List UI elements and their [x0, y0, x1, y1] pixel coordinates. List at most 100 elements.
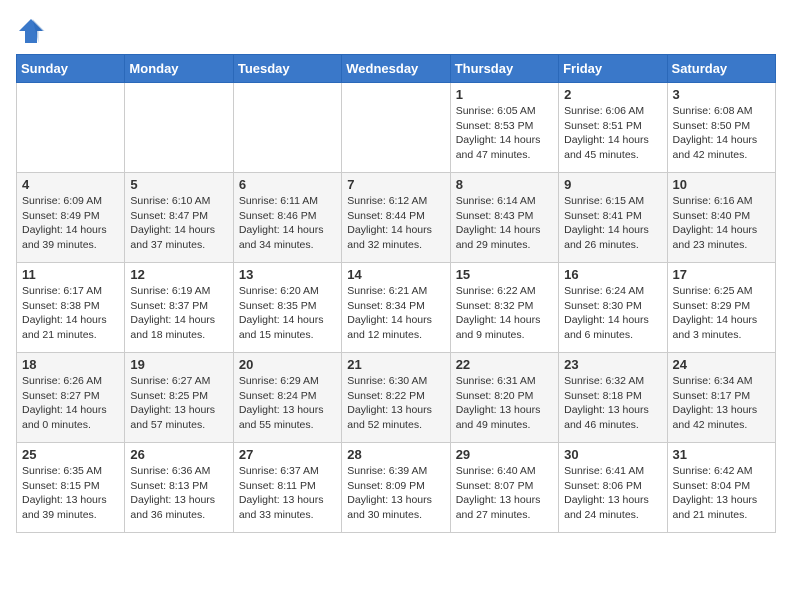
calendar-cell: 6 Sunrise: 6:11 AM Sunset: 8:46 PM Daylig…	[233, 173, 341, 263]
calendar-cell: 30 Sunrise: 6:41 AM Sunset: 8:06 PM Dayli…	[559, 443, 667, 533]
calendar: SundayMondayTuesdayWednesdayThursdayFrid…	[16, 54, 776, 533]
calendar-cell: 18 Sunrise: 6:26 AM Sunset: 8:27 PM Dayli…	[17, 353, 125, 443]
day-number: 30	[564, 447, 661, 462]
calendar-cell: 23 Sunrise: 6:32 AM Sunset: 8:18 PM Dayli…	[559, 353, 667, 443]
day-number: 7	[347, 177, 444, 192]
day-detail: Sunrise: 6:35 AM Sunset: 8:15 PM Dayligh…	[22, 464, 119, 523]
day-detail: Sunrise: 6:19 AM Sunset: 8:37 PM Dayligh…	[130, 284, 227, 343]
day-number: 2	[564, 87, 661, 102]
day-detail: Sunrise: 6:37 AM Sunset: 8:11 PM Dayligh…	[239, 464, 336, 523]
calendar-cell	[233, 83, 341, 173]
calendar-cell: 17 Sunrise: 6:25 AM Sunset: 8:29 PM Dayli…	[667, 263, 775, 353]
calendar-cell: 8 Sunrise: 6:14 AM Sunset: 8:43 PM Daylig…	[450, 173, 558, 263]
calendar-cell: 10 Sunrise: 6:16 AM Sunset: 8:40 PM Dayli…	[667, 173, 775, 263]
day-detail: Sunrise: 6:06 AM Sunset: 8:51 PM Dayligh…	[564, 104, 661, 163]
day-number: 24	[673, 357, 770, 372]
day-detail: Sunrise: 6:25 AM Sunset: 8:29 PM Dayligh…	[673, 284, 770, 343]
day-number: 27	[239, 447, 336, 462]
day-detail: Sunrise: 6:09 AM Sunset: 8:49 PM Dayligh…	[22, 194, 119, 253]
calendar-cell: 25 Sunrise: 6:35 AM Sunset: 8:15 PM Dayli…	[17, 443, 125, 533]
day-number: 6	[239, 177, 336, 192]
calendar-cell: 7 Sunrise: 6:12 AM Sunset: 8:44 PM Daylig…	[342, 173, 450, 263]
weekday-header: Friday	[559, 55, 667, 83]
day-detail: Sunrise: 6:24 AM Sunset: 8:30 PM Dayligh…	[564, 284, 661, 343]
calendar-cell: 19 Sunrise: 6:27 AM Sunset: 8:25 PM Dayli…	[125, 353, 233, 443]
weekday-header: Saturday	[667, 55, 775, 83]
day-detail: Sunrise: 6:21 AM Sunset: 8:34 PM Dayligh…	[347, 284, 444, 343]
day-detail: Sunrise: 6:10 AM Sunset: 8:47 PM Dayligh…	[130, 194, 227, 253]
day-detail: Sunrise: 6:40 AM Sunset: 8:07 PM Dayligh…	[456, 464, 553, 523]
day-number: 17	[673, 267, 770, 282]
day-number: 15	[456, 267, 553, 282]
calendar-week-row: 18 Sunrise: 6:26 AM Sunset: 8:27 PM Dayli…	[17, 353, 776, 443]
calendar-header-row: SundayMondayTuesdayWednesdayThursdayFrid…	[17, 55, 776, 83]
day-detail: Sunrise: 6:34 AM Sunset: 8:17 PM Dayligh…	[673, 374, 770, 433]
day-number: 28	[347, 447, 444, 462]
logo	[16, 16, 50, 46]
day-number: 14	[347, 267, 444, 282]
calendar-week-row: 25 Sunrise: 6:35 AM Sunset: 8:15 PM Dayli…	[17, 443, 776, 533]
day-detail: Sunrise: 6:16 AM Sunset: 8:40 PM Dayligh…	[673, 194, 770, 253]
day-number: 9	[564, 177, 661, 192]
day-number: 26	[130, 447, 227, 462]
day-detail: Sunrise: 6:32 AM Sunset: 8:18 PM Dayligh…	[564, 374, 661, 433]
weekday-header: Tuesday	[233, 55, 341, 83]
calendar-cell: 20Sunrise: 6:29 AM Sunset: 8:24 PM Dayli…	[233, 353, 341, 443]
header	[16, 16, 776, 46]
day-detail: Sunrise: 6:05 AM Sunset: 8:53 PM Dayligh…	[456, 104, 553, 163]
day-detail: Sunrise: 6:27 AM Sunset: 8:25 PM Dayligh…	[130, 374, 227, 433]
day-number: 10	[673, 177, 770, 192]
day-number: 13	[239, 267, 336, 282]
calendar-cell: 9 Sunrise: 6:15 AM Sunset: 8:41 PM Daylig…	[559, 173, 667, 263]
day-detail: Sunrise: 6:22 AM Sunset: 8:32 PM Dayligh…	[456, 284, 553, 343]
day-number: 25	[22, 447, 119, 462]
day-detail: Sunrise: 6:17 AM Sunset: 8:38 PM Dayligh…	[22, 284, 119, 343]
calendar-cell: 1Sunrise: 6:05 AM Sunset: 8:53 PM Daylig…	[450, 83, 558, 173]
day-number: 22	[456, 357, 553, 372]
day-number: 23	[564, 357, 661, 372]
weekday-header: Wednesday	[342, 55, 450, 83]
calendar-week-row: 1Sunrise: 6:05 AM Sunset: 8:53 PM Daylig…	[17, 83, 776, 173]
calendar-cell: 26 Sunrise: 6:36 AM Sunset: 8:13 PM Dayli…	[125, 443, 233, 533]
calendar-cell: 15 Sunrise: 6:22 AM Sunset: 8:32 PM Dayli…	[450, 263, 558, 353]
day-number: 21	[347, 357, 444, 372]
calendar-cell: 11 Sunrise: 6:17 AM Sunset: 8:38 PM Dayli…	[17, 263, 125, 353]
day-number: 31	[673, 447, 770, 462]
day-number: 19	[130, 357, 227, 372]
calendar-cell: 28 Sunrise: 6:39 AM Sunset: 8:09 PM Dayli…	[342, 443, 450, 533]
day-number: 3	[673, 87, 770, 102]
day-detail: Sunrise: 6:30 AM Sunset: 8:22 PM Dayligh…	[347, 374, 444, 433]
calendar-cell: 21 Sunrise: 6:30 AM Sunset: 8:22 PM Dayli…	[342, 353, 450, 443]
day-number: 16	[564, 267, 661, 282]
calendar-cell: 5Sunrise: 6:10 AM Sunset: 8:47 PM Daylig…	[125, 173, 233, 263]
calendar-cell	[342, 83, 450, 173]
day-number: 8	[456, 177, 553, 192]
day-number: 4	[22, 177, 119, 192]
calendar-week-row: 4 Sunrise: 6:09 AM Sunset: 8:49 PM Daylig…	[17, 173, 776, 263]
day-detail: Sunrise: 6:41 AM Sunset: 8:06 PM Dayligh…	[564, 464, 661, 523]
day-number: 29	[456, 447, 553, 462]
day-detail: Sunrise: 6:11 AM Sunset: 8:46 PM Dayligh…	[239, 194, 336, 253]
calendar-cell: 27 Sunrise: 6:37 AM Sunset: 8:11 PM Dayli…	[233, 443, 341, 533]
calendar-cell: 12 Sunrise: 6:19 AM Sunset: 8:37 PM Dayli…	[125, 263, 233, 353]
calendar-cell: 16 Sunrise: 6:24 AM Sunset: 8:30 PM Dayli…	[559, 263, 667, 353]
day-detail: Sunrise: 6:26 AM Sunset: 8:27 PM Dayligh…	[22, 374, 119, 433]
day-number: 18	[22, 357, 119, 372]
day-detail: Sunrise: 6:39 AM Sunset: 8:09 PM Dayligh…	[347, 464, 444, 523]
day-detail: Sunrise: 6:20 AM Sunset: 8:35 PM Dayligh…	[239, 284, 336, 343]
calendar-cell	[17, 83, 125, 173]
day-detail: Sunrise: 6:15 AM Sunset: 8:41 PM Dayligh…	[564, 194, 661, 253]
day-detail: Sunrise: 6:08 AM Sunset: 8:50 PM Dayligh…	[673, 104, 770, 163]
weekday-header: Monday	[125, 55, 233, 83]
logo-icon	[16, 16, 46, 46]
calendar-cell: 13 Sunrise: 6:20 AM Sunset: 8:35 PM Dayli…	[233, 263, 341, 353]
day-number: 12	[130, 267, 227, 282]
day-detail: Sunrise: 6:31 AM Sunset: 8:20 PM Dayligh…	[456, 374, 553, 433]
calendar-cell: 3 Sunrise: 6:08 AM Sunset: 8:50 PM Daylig…	[667, 83, 775, 173]
calendar-cell: 29 Sunrise: 6:40 AM Sunset: 8:07 PM Dayli…	[450, 443, 558, 533]
day-detail: Sunrise: 6:12 AM Sunset: 8:44 PM Dayligh…	[347, 194, 444, 253]
day-detail: Sunrise: 6:36 AM Sunset: 8:13 PM Dayligh…	[130, 464, 227, 523]
calendar-week-row: 11 Sunrise: 6:17 AM Sunset: 8:38 PM Dayli…	[17, 263, 776, 353]
day-number: 11	[22, 267, 119, 282]
day-detail: Sunrise: 6:14 AM Sunset: 8:43 PM Dayligh…	[456, 194, 553, 253]
